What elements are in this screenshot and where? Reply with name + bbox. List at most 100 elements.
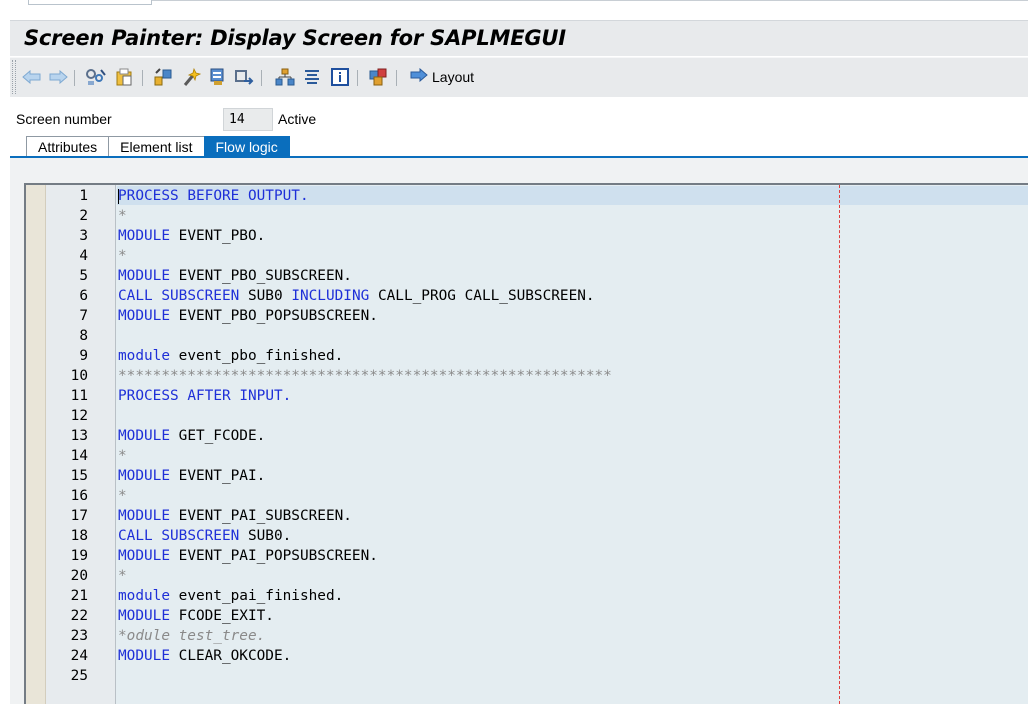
line-number: 15 xyxy=(70,468,88,484)
code-line[interactable]: 13 MODULE GET_FCODE. xyxy=(26,426,1028,446)
screen-status: Active xyxy=(278,111,317,127)
code-text: MODULE EVENT_PAI_POPSUBSCREEN. xyxy=(118,548,378,564)
code-line[interactable]: 22 MODULE FCODE_EXIT. xyxy=(26,606,1028,626)
toolbar-separator xyxy=(396,70,397,86)
back-arrow-icon[interactable] xyxy=(21,66,43,88)
code-line[interactable]: 12 xyxy=(26,406,1028,426)
tab-flow-logic[interactable]: Flow logic xyxy=(203,136,290,157)
layout-label: Layout xyxy=(432,69,475,85)
code-line[interactable]: 1 PROCESS BEFORE OUTPUT. xyxy=(26,186,1028,206)
code-line[interactable]: 2 * xyxy=(26,206,1028,226)
move-icon[interactable] xyxy=(233,66,255,88)
code-line[interactable]: 19 MODULE EVENT_PAI_POPSUBSCREEN. xyxy=(26,546,1028,566)
info-icon[interactable] xyxy=(329,66,351,88)
line-number: 2 xyxy=(79,208,88,224)
line-number: 1 xyxy=(79,188,88,204)
code-line[interactable]: 10 **************************************… xyxy=(26,366,1028,386)
line-number: 10 xyxy=(70,368,88,384)
code-line[interactable]: 7 MODULE EVENT_PBO_POPSUBSCREEN. xyxy=(26,306,1028,326)
code-line[interactable]: 21 module event_pai_finished. xyxy=(26,586,1028,606)
code-text: ****************************************… xyxy=(118,368,612,384)
check-icon[interactable] xyxy=(152,66,174,88)
command-field[interactable] xyxy=(28,0,152,5)
application-toolbar: Layout xyxy=(10,57,1028,97)
code-line[interactable]: 6 CALL SUBSCREEN SUB0 INCLUDING CALL_PROG… xyxy=(26,286,1028,306)
code-text: MODULE EVENT_PAI_SUBSCREEN. xyxy=(118,508,352,524)
toolbar-separator xyxy=(261,70,262,86)
hierarchy-icon[interactable] xyxy=(274,66,296,88)
code-text: MODULE EVENT_PAI. xyxy=(118,468,266,484)
layout-arrow-icon xyxy=(410,67,428,87)
toolbar-separator xyxy=(357,70,358,86)
code-line[interactable]: 8 xyxy=(26,326,1028,346)
top-divider xyxy=(152,0,1028,1)
layout-button[interactable]: Layout xyxy=(410,67,474,87)
other-object-icon[interactable] xyxy=(85,66,107,88)
code-line[interactable]: 9 module event_pbo_finished. xyxy=(26,346,1028,366)
line-number: 14 xyxy=(70,448,88,464)
code-line[interactable]: 20 * xyxy=(26,566,1028,586)
code-text: CALL SUBSCREEN SUB0 INCLUDING CALL_PROG … xyxy=(118,288,595,304)
flow-logic-editor[interactable]: 1 PROCESS BEFORE OUTPUT. 2 * 3 MODULE EVENT_P… xyxy=(24,183,1028,704)
code-text: * xyxy=(118,208,127,224)
code-text: * xyxy=(118,248,127,264)
toolbar-handle xyxy=(12,60,16,94)
code-line[interactable]: 18 CALL SUBSCREEN SUB0. xyxy=(26,526,1028,546)
code-line[interactable]: 14 * xyxy=(26,446,1028,466)
screen-number-label: Screen number xyxy=(16,111,112,127)
line-number: 17 xyxy=(70,508,88,524)
code-text: MODULE EVENT_PBO_SUBSCREEN. xyxy=(118,268,352,284)
code-text: module event_pbo_finished. xyxy=(118,348,344,364)
code-line[interactable]: 11 PROCESS AFTER INPUT. xyxy=(26,386,1028,406)
multi-screen-icon[interactable] xyxy=(367,66,389,88)
code-text: module event_pai_finished. xyxy=(118,588,344,604)
line-number: 8 xyxy=(79,328,88,344)
line-number: 19 xyxy=(70,548,88,564)
line-number: 20 xyxy=(70,568,88,584)
code-line[interactable]: 15 MODULE EVENT_PAI. xyxy=(26,466,1028,486)
title-bar: Screen Painter: Display Screen for SAPLM… xyxy=(10,20,1028,56)
activate-icon[interactable] xyxy=(180,66,202,88)
line-number: 24 xyxy=(70,648,88,664)
code-text: MODULE EVENT_PBO_POPSUBSCREEN. xyxy=(118,308,378,324)
code-line[interactable]: 17 MODULE EVENT_PAI_SUBSCREEN. xyxy=(26,506,1028,526)
code-text: CALL SUBSCREEN SUB0. xyxy=(118,528,292,544)
code-text: * xyxy=(118,488,127,504)
page-title: Screen Painter: Display Screen for SAPLM… xyxy=(24,26,566,50)
code-line[interactable]: 5 MODULE EVENT_PBO_SUBSCREEN. xyxy=(26,266,1028,286)
code-text: MODULE GET_FCODE. xyxy=(118,428,266,444)
display-change-icon[interactable] xyxy=(113,66,135,88)
screen-number-field[interactable]: 14 xyxy=(223,108,273,131)
code-text: *odule test_tree. xyxy=(118,628,266,644)
tab-strip: Attributes Element list Flow logic xyxy=(26,136,290,157)
toolbar-separator xyxy=(74,70,75,86)
line-number: 16 xyxy=(70,488,88,504)
code-line[interactable]: 25 xyxy=(26,666,1028,686)
line-number: 11 xyxy=(70,388,88,404)
code-line[interactable]: 3 MODULE EVENT_PBO. xyxy=(26,226,1028,246)
code-lines: 1 PROCESS BEFORE OUTPUT. 2 * 3 MODULE EVENT_P… xyxy=(26,186,1028,686)
where-used-icon[interactable] xyxy=(207,66,229,88)
line-number: 6 xyxy=(79,288,88,304)
code-text: MODULE FCODE_EXIT. xyxy=(118,608,274,624)
line-number: 9 xyxy=(79,348,88,364)
line-number: 21 xyxy=(70,588,88,604)
line-number: 22 xyxy=(70,608,88,624)
line-number: 23 xyxy=(70,628,88,644)
code-text: * xyxy=(118,448,127,464)
code-text: PROCESS AFTER INPUT. xyxy=(118,388,292,404)
line-number: 13 xyxy=(70,428,88,444)
line-number: 3 xyxy=(79,228,88,244)
tab-attributes[interactable]: Attributes xyxy=(26,136,110,157)
tab-element-list[interactable]: Element list xyxy=(108,136,205,157)
line-number: 12 xyxy=(70,408,88,424)
line-number: 25 xyxy=(70,668,88,684)
code-line[interactable]: 16 * xyxy=(26,486,1028,506)
code-line[interactable]: 23 *odule test_tree. xyxy=(26,626,1028,646)
line-number: 5 xyxy=(79,268,88,284)
code-line[interactable]: 4 * xyxy=(26,246,1028,266)
forward-arrow-icon[interactable] xyxy=(47,66,69,88)
code-line[interactable]: 24 MODULE CLEAR_OKCODE. xyxy=(26,646,1028,666)
top-strip xyxy=(0,0,1028,18)
pretty-printer-icon[interactable] xyxy=(301,66,323,88)
